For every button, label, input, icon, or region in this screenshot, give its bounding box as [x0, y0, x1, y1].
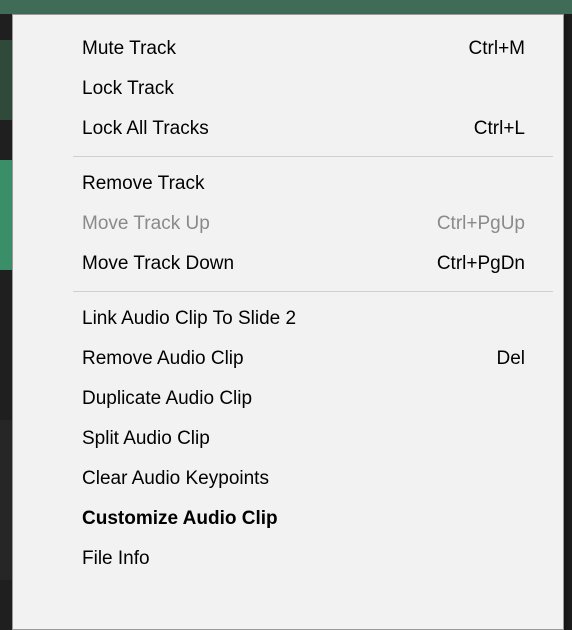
background-track-3	[0, 420, 12, 580]
menu-item-shortcut: Ctrl+L	[473, 118, 525, 139]
menu-item-file-info[interactable]: File Info	[13, 539, 563, 579]
menu-item-label: Lock Track	[82, 78, 174, 99]
track-context-menu: Mute Track Ctrl+M Lock Track Lock All Tr…	[12, 14, 564, 630]
menu-item-remove-track[interactable]: Remove Track	[13, 164, 563, 204]
menu-item-label: Remove Audio Clip	[82, 348, 244, 369]
menu-item-split-audio-clip[interactable]: Split Audio Clip	[13, 419, 563, 459]
menu-item-link-audio-clip[interactable]: Link Audio Clip To Slide 2	[13, 299, 563, 339]
menu-item-label: File Info	[82, 548, 150, 569]
menu-item-label: Mute Track	[82, 38, 176, 59]
menu-item-customize-audio-clip[interactable]: Customize Audio Clip	[13, 499, 563, 539]
menu-item-lock-all-tracks[interactable]: Lock All Tracks Ctrl+L	[13, 109, 563, 149]
menu-item-label: Customize Audio Clip	[82, 508, 278, 529]
menu-item-shortcut: Ctrl+M	[468, 38, 525, 59]
background-toolbar-strip	[0, 0, 572, 14]
menu-item-label: Split Audio Clip	[82, 428, 210, 449]
menu-item-lock-track[interactable]: Lock Track	[13, 69, 563, 109]
menu-item-clear-audio-keypoints[interactable]: Clear Audio Keypoints	[13, 459, 563, 499]
menu-item-label: Link Audio Clip To Slide 2	[82, 308, 297, 329]
menu-separator	[73, 156, 553, 157]
menu-item-shortcut: Del	[496, 348, 525, 369]
menu-item-remove-audio-clip[interactable]: Remove Audio Clip Del	[13, 339, 563, 379]
menu-item-label: Remove Track	[82, 173, 205, 194]
menu-item-duplicate-audio-clip[interactable]: Duplicate Audio Clip	[13, 379, 563, 419]
menu-item-label: Lock All Tracks	[82, 118, 209, 139]
menu-item-move-track-up: Move Track Up Ctrl+PgUp	[13, 204, 563, 244]
app-background: Mute Track Ctrl+M Lock Track Lock All Tr…	[0, 0, 572, 630]
menu-item-label: Move Track Up	[82, 213, 210, 234]
menu-item-shortcut: Ctrl+PgDn	[436, 253, 525, 274]
menu-separator	[73, 291, 553, 292]
menu-item-label: Duplicate Audio Clip	[82, 388, 253, 409]
menu-item-move-track-down[interactable]: Move Track Down Ctrl+PgDn	[13, 244, 563, 284]
menu-item-label: Clear Audio Keypoints	[82, 468, 269, 489]
background-audio-track	[0, 160, 12, 270]
background-track-1	[0, 40, 12, 120]
background-timeline-right	[564, 14, 572, 630]
menu-item-shortcut: Ctrl+PgUp	[436, 213, 525, 234]
menu-item-mute-track[interactable]: Mute Track Ctrl+M	[13, 29, 563, 69]
menu-item-label: Move Track Down	[82, 253, 235, 274]
